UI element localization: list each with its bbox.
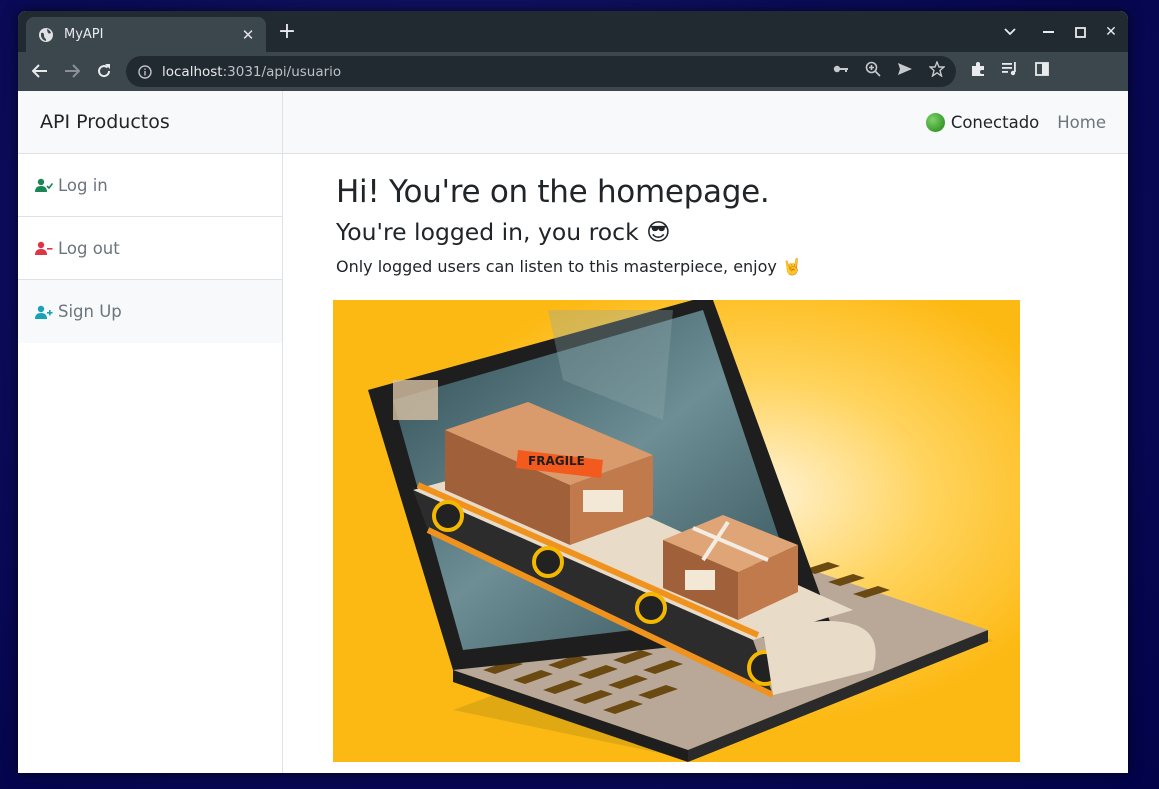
minimize-button[interactable] — [1037, 21, 1059, 43]
user-check-icon — [35, 178, 53, 192]
fragile-label: FRAGILE — [528, 454, 585, 468]
brand-title[interactable]: API Productos — [18, 91, 282, 154]
status-label: Conectado — [950, 112, 1040, 132]
sidebar-item-label: Log in — [58, 175, 108, 195]
forward-arrow-icon[interactable] — [61, 60, 83, 82]
browser-window: MyAPI ✕ + ✕ localhost:3031/api/usuario — [18, 11, 1128, 773]
page-viewport: API Productos Log in Log out Sign Up Con… — [18, 91, 1128, 773]
chevron-down-icon[interactable] — [999, 21, 1021, 43]
close-window-button[interactable]: ✕ — [1100, 21, 1122, 43]
browser-toolbar: localhost:3031/api/usuario — [18, 52, 1128, 91]
extensions-icon[interactable] — [969, 60, 987, 78]
new-tab-button[interactable]: + — [276, 21, 298, 44]
sidebar-item-signup[interactable]: Sign Up — [18, 280, 282, 343]
back-arrow-icon[interactable] — [29, 60, 51, 82]
page-subtitle: You're logged in, you rock 😎 — [336, 218, 671, 246]
reload-icon[interactable] — [93, 60, 115, 82]
connection-status: Conectado — [925, 112, 1040, 132]
globe-icon — [38, 27, 54, 43]
media-queue-icon[interactable] — [1001, 60, 1019, 78]
info-icon[interactable] — [138, 64, 152, 79]
tab-strip: MyAPI ✕ + ✕ — [18, 11, 1128, 52]
key-icon[interactable] — [832, 60, 850, 78]
close-tab-icon[interactable]: ✕ — [240, 26, 256, 44]
send-icon[interactable] — [896, 60, 914, 78]
sidebar-item-label: Sign Up — [58, 302, 122, 321]
sidebar-item-label: Log out — [58, 238, 120, 258]
maximize-button[interactable] — [1069, 21, 1091, 43]
green-circle-icon — [925, 112, 945, 132]
url-path: :3031/api/usuario — [222, 63, 342, 80]
browser-tab[interactable]: MyAPI ✕ — [26, 17, 266, 52]
sidebar: API Productos Log in Log out Sign Up — [18, 91, 283, 773]
sidebar-item-login[interactable]: Log in — [18, 154, 282, 217]
main-content: Hi! You're on the homepage. You're logge… — [336, 173, 802, 276]
user-plus-icon — [35, 305, 53, 319]
home-link[interactable]: Home — [1057, 113, 1106, 132]
tab-title: MyAPI — [64, 27, 104, 42]
page-title: Hi! You're on the homepage. — [336, 174, 770, 210]
top-navbar: Conectado Home — [283, 91, 1128, 154]
user-minus-icon — [35, 241, 53, 255]
side-panel-icon[interactable] — [1033, 60, 1051, 78]
zoom-icon[interactable] — [864, 60, 882, 78]
intro-text: Only logged users can listen to this mas… — [336, 257, 802, 276]
url-host: localhost — [162, 63, 223, 80]
star-icon[interactable] — [928, 60, 946, 78]
hero-illustration: FRAGILE — [333, 300, 1020, 762]
sidebar-item-logout[interactable]: Log out — [18, 217, 282, 280]
